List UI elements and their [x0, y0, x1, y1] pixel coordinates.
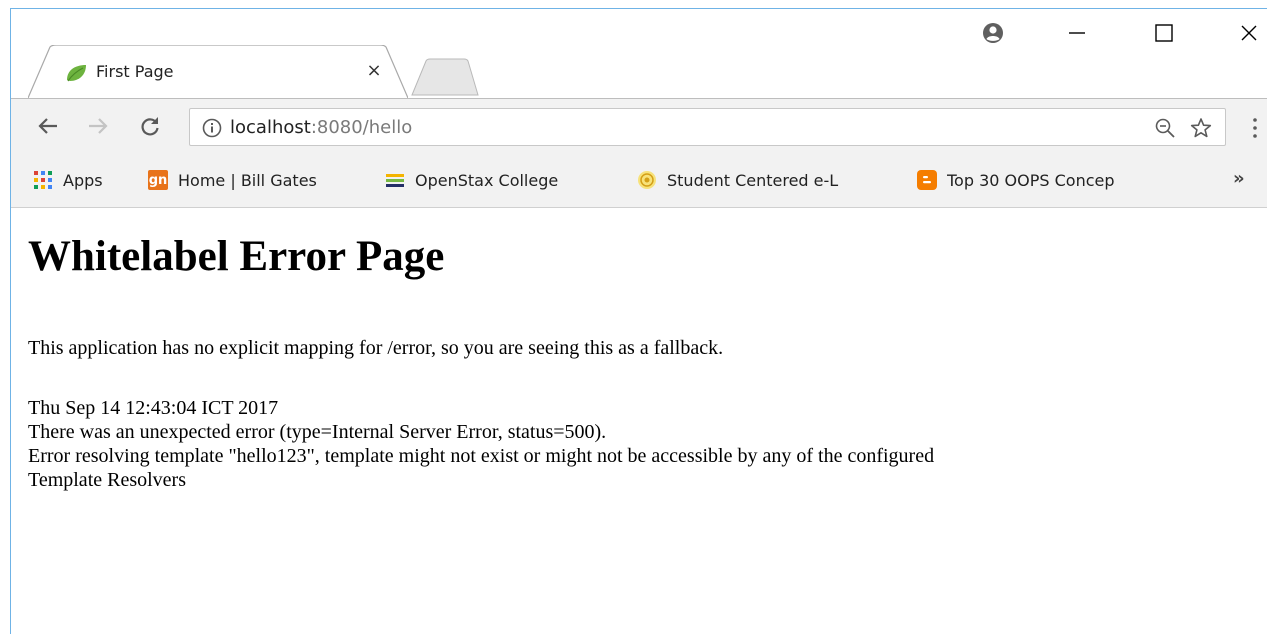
url-host: localhost [230, 117, 311, 138]
new-tab-button[interactable] [406, 57, 486, 97]
error-detail-line-1: Error resolving template "hello123", tem… [28, 445, 935, 467]
tab-title: First Page [96, 62, 174, 81]
tab-first-page[interactable]: First Page × [28, 45, 408, 99]
tab-close-icon[interactable]: × [362, 59, 386, 83]
tab-strip: First Page × [11, 9, 1267, 99]
navigation-toolbar: localhost:8080/hello [11, 98, 1267, 155]
bookmark-label: OpenStax College [415, 170, 559, 190]
bookmark-bill-gates[interactable]: gn Home | Bill Gates [148, 167, 317, 193]
info-icon[interactable] [202, 118, 222, 138]
bookmark-apps[interactable]: Apps [33, 167, 103, 193]
gn-icon: gn [148, 170, 168, 190]
bookmark-student-centered[interactable]: Student Centered e-L [637, 167, 872, 193]
fallback-message: This application has no explicit mapping… [28, 337, 724, 359]
bookmark-label: Student Centered e-L [667, 170, 839, 190]
bookmark-oops[interactable]: Top 30 OOPS Concep [917, 167, 1129, 193]
apps-grid-icon [34, 171, 52, 189]
bookmarks-overflow-chevron-icon[interactable]: » [1233, 168, 1245, 189]
forward-arrow-icon[interactable] [83, 111, 113, 141]
error-detail-line-2: Template Resolvers [28, 469, 186, 491]
bookmark-label: Apps [63, 170, 103, 190]
maximize-icon[interactable] [1144, 15, 1184, 51]
error-timestamp: Thu Sep 14 12:43:04 ICT 2017 [28, 397, 279, 419]
zoom-icon[interactable] [1154, 117, 1176, 139]
browser-window: First Page × localhost:8080/hello Apps g… [10, 8, 1267, 634]
student-centered-icon [638, 171, 656, 189]
bookmark-label: Top 30 OOPS Concep [947, 170, 1115, 190]
blogger-icon [917, 170, 937, 190]
page-heading: Whitelabel Error Page [28, 233, 445, 280]
menu-icon[interactable] [1253, 117, 1257, 139]
error-type-message: There was an unexpected error (type=Inte… [28, 421, 607, 443]
bookmark-openstax[interactable]: OpenStax College [385, 167, 558, 193]
bookmark-label: Home | Bill Gates [178, 170, 317, 190]
page-content: Whitelabel Error Page This application h… [11, 208, 1267, 634]
url-path: :8080/hello [310, 117, 413, 138]
url-text[interactable]: localhost:8080/hello [230, 117, 412, 138]
reload-icon[interactable] [135, 111, 165, 141]
openstax-icon [386, 174, 404, 187]
close-icon[interactable] [1229, 15, 1267, 51]
address-bar[interactable]: localhost:8080/hello [189, 108, 1226, 146]
bookmarks-bar: Apps gn Home | Bill Gates OpenStax Colle… [11, 154, 1267, 208]
back-arrow-icon[interactable] [33, 111, 63, 141]
star-icon[interactable] [1190, 117, 1212, 139]
minimize-icon[interactable] [1057, 15, 1097, 51]
spring-leaf-icon [67, 65, 86, 82]
profile-icon[interactable] [973, 15, 1013, 51]
